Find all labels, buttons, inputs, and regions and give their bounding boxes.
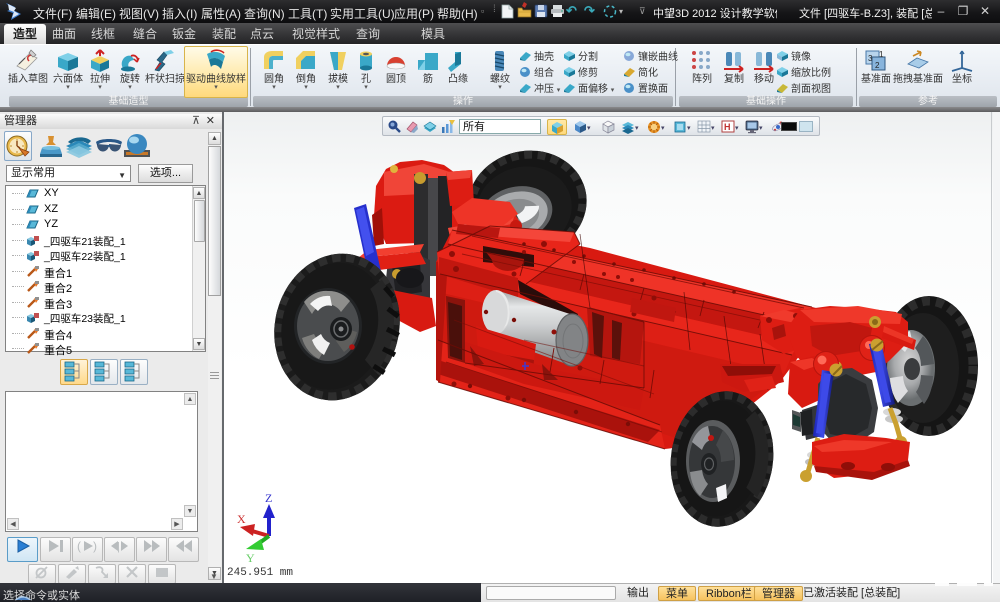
svg-text:|: | bbox=[117, 541, 120, 553]
svg-text:3: 3 bbox=[868, 54, 873, 63]
svg-text:X: X bbox=[237, 512, 246, 526]
svg-text:Z: Z bbox=[265, 491, 272, 505]
svg-text:(: ( bbox=[77, 539, 81, 553]
svg-text:1: 1 bbox=[879, 50, 884, 59]
svg-text:Y: Y bbox=[246, 551, 255, 565]
svg-text:): ) bbox=[93, 539, 97, 553]
svg-text:2: 2 bbox=[875, 61, 880, 70]
